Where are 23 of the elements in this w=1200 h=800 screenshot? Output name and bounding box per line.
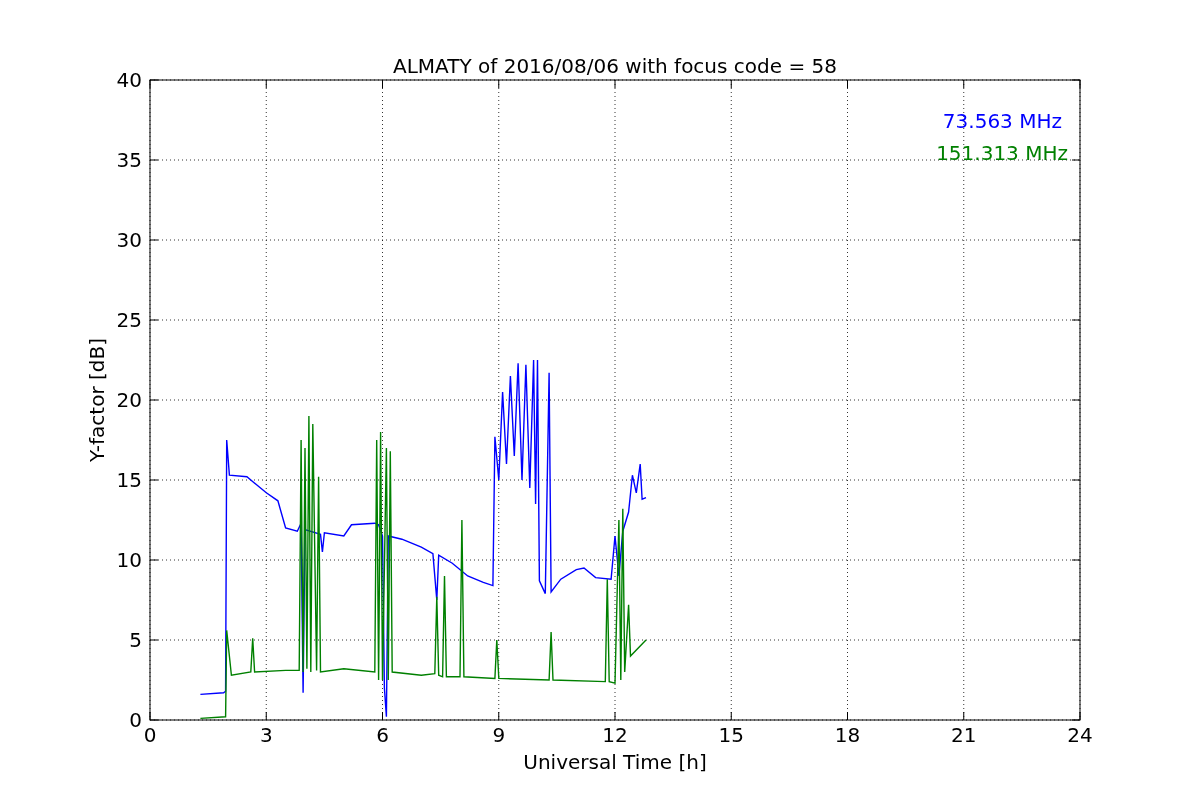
y-tick-label: 20 (116, 388, 142, 412)
y-tick-label: 35 (116, 148, 142, 172)
x-axis-label: Universal Time [h] (523, 750, 707, 774)
x-tick-label: 15 (718, 723, 744, 747)
y-tick-label: 15 (116, 468, 142, 492)
y-tick-label: 30 (116, 228, 142, 252)
y-tick-label: 10 (116, 548, 142, 572)
y-tick-label: 0 (129, 708, 142, 732)
legend-label: 73.563 MHz (942, 109, 1062, 133)
y-tick-label: 40 (116, 68, 142, 92)
x-tick-label: 0 (143, 723, 157, 747)
x-tick-label: 21 (951, 723, 977, 747)
chart-title: ALMATY of 2016/08/06 with focus code = 58 (393, 54, 837, 78)
x-tick-label: 3 (259, 723, 273, 747)
x-tick-label: 12 (602, 723, 628, 747)
legend-label: 151.313 MHz (936, 141, 1068, 165)
x-tick-label: 6 (376, 723, 389, 747)
y-axis-label: Y-factor [dB] (85, 338, 109, 462)
x-tick-label: 24 (1067, 723, 1093, 747)
x-tick-label: 9 (492, 723, 506, 747)
y-tick-label: 25 (116, 308, 142, 332)
x-tick-label: 18 (834, 723, 861, 747)
y-tick-label: 5 (129, 628, 142, 652)
